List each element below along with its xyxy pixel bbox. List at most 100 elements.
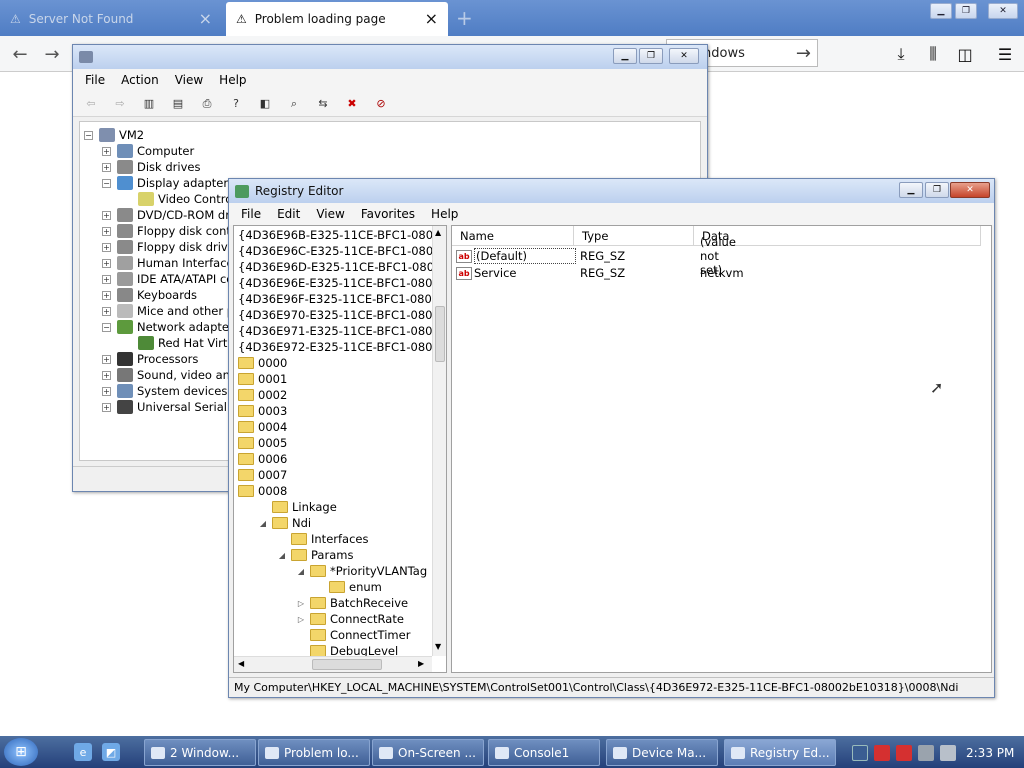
internet-explorer-icon[interactable]: e — [74, 743, 92, 761]
close-tab-icon[interactable]: × — [199, 11, 212, 27]
registry-key[interactable]: ▷ BatchReceive — [295, 595, 408, 611]
device-category[interactable]: − Display adapters — [102, 175, 234, 191]
registry-key[interactable]: ▷ ConnectRate — [295, 611, 404, 627]
back-icon[interactable]: ⇦ — [81, 95, 101, 113]
expand-icon[interactable]: + — [102, 386, 111, 396]
device-manager-titlebar[interactable]: ▁ ❐ ✕ — [73, 45, 707, 69]
expand-icon[interactable]: + — [102, 210, 111, 220]
volume-icon[interactable] — [940, 744, 956, 761]
maximize-button[interactable]: ❐ — [639, 48, 663, 64]
device-category[interactable]: + Mice and other po — [102, 303, 241, 319]
registry-key[interactable]: 0008 — [238, 483, 287, 499]
expand-icon[interactable]: + — [102, 306, 111, 316]
device-item[interactable]: Red Hat VirtIO — [138, 335, 240, 351]
device-category[interactable]: + IDE ATA/ATAPI con — [102, 271, 241, 287]
back-arrow-icon[interactable]: ← — [6, 42, 34, 66]
scroll-right-arrow-icon[interactable]: ▶ — [418, 659, 424, 668]
close-button[interactable]: ✕ — [669, 48, 699, 64]
update-driver-icon[interactable]: ⇆ — [313, 95, 333, 113]
print-icon[interactable]: ⎙ — [197, 95, 217, 113]
device-category[interactable]: + Processors — [102, 351, 198, 367]
taskbar-button[interactable]: On-Screen ... — [372, 739, 484, 766]
device-category[interactable]: + Keyboards — [102, 287, 197, 303]
keyboard-icon[interactable] — [852, 744, 868, 761]
scroll-up-arrow-icon[interactable]: ▲ — [435, 228, 441, 237]
collapse-arrow-icon[interactable]: ◢ — [276, 551, 288, 560]
registry-key[interactable]: {4D36E96B-E325-11CE-BFC1-08002BE1 — [238, 227, 432, 243]
collapse-icon[interactable]: − — [102, 178, 111, 188]
maximize-button[interactable]: ❐ — [925, 182, 949, 198]
switch-windows-icon[interactable]: ◩ — [102, 743, 120, 761]
expand-icon[interactable]: + — [102, 146, 111, 156]
registry-key[interactable]: {4D36E96F-E325-11CE-BFC1-08002BE1 — [238, 291, 432, 307]
collapse-icon[interactable]: − — [84, 130, 93, 140]
tree-vertical-scrollbar[interactable]: ▲ ▼ — [432, 226, 446, 656]
tree-horizontal-scrollbar[interactable]: ◀ ▶ — [234, 656, 432, 672]
expand-icon[interactable]: + — [102, 354, 111, 364]
taskbar-button[interactable]: Problem lo... — [258, 739, 370, 766]
collapse-arrow-icon[interactable]: ◢ — [257, 519, 269, 528]
scroll-thumb[interactable] — [312, 659, 382, 670]
registry-key[interactable]: {4D36E972-E325-11CE-BFC1-08002be1 — [238, 339, 432, 355]
expand-icon[interactable]: + — [102, 370, 111, 380]
device-category[interactable]: + Floppy disk contro — [102, 223, 242, 239]
scroll-left-arrow-icon[interactable]: ◀ — [238, 659, 244, 668]
registry-key[interactable]: 0000 — [238, 355, 287, 371]
menu-help[interactable]: Help — [423, 207, 466, 221]
device-category[interactable]: + Disk drives — [102, 159, 200, 175]
network-icon[interactable] — [918, 744, 934, 761]
new-tab-icon[interactable]: + — [456, 6, 473, 30]
minimize-button[interactable]: ▁ — [613, 48, 637, 64]
taskbar-button[interactable]: Console1 — [488, 739, 600, 766]
close-button[interactable]: ✕ — [950, 182, 990, 198]
scroll-thumb[interactable] — [435, 306, 445, 362]
registry-key[interactable]: {4D36E970-E325-11CE-BFC1-08002BE1 — [238, 307, 432, 323]
expand-icon[interactable]: + — [102, 242, 111, 252]
expand-icon[interactable]: + — [102, 402, 111, 412]
start-button[interactable]: ⊞ — [4, 738, 38, 766]
minimize-button[interactable]: ▁ — [930, 3, 952, 19]
scan-hardware-icon[interactable]: ⌕ — [284, 95, 304, 113]
registry-key[interactable]: enum — [314, 579, 382, 595]
registry-key[interactable]: Linkage — [257, 499, 337, 515]
column-header-name[interactable]: Name — [452, 226, 574, 246]
registry-key[interactable]: ◢ *PriorityVLANTag — [295, 563, 427, 579]
device-category[interactable]: + Floppy disk drives — [102, 239, 241, 255]
close-window-button[interactable]: ✕ — [988, 3, 1018, 19]
device-category[interactable]: + System devices — [102, 383, 227, 399]
registry-key[interactable]: ◢ Ndi — [257, 515, 311, 531]
help-icon[interactable]: ? — [226, 95, 246, 113]
registry-editor-titlebar[interactable]: Registry Editor ▁ ❐ ✕ — [229, 179, 994, 203]
column-header-data[interactable]: Data — [694, 226, 981, 246]
device-category[interactable]: + Universal Serial Bu — [102, 399, 246, 415]
device-category[interactable]: − Network adapters — [102, 319, 240, 335]
menu-edit[interactable]: Edit — [269, 207, 308, 221]
show-pane-icon[interactable]: ◧ — [255, 95, 275, 113]
registry-key[interactable]: 0001 — [238, 371, 287, 387]
registry-key[interactable]: ◢ Params — [276, 547, 354, 563]
download-icon[interactable]: ⤓ — [888, 42, 914, 66]
registry-key[interactable]: ConnectTimer — [295, 627, 410, 643]
go-arrow-icon[interactable]: → — [796, 43, 811, 64]
tree-root[interactable]: − VM2 — [84, 127, 144, 143]
registry-key[interactable]: DebugLevel — [295, 643, 398, 656]
scroll-down-arrow-icon[interactable]: ▼ — [435, 642, 441, 651]
expand-arrow-icon[interactable]: ▷ — [295, 615, 307, 624]
menu-file[interactable]: File — [233, 207, 269, 221]
registry-key[interactable]: {4D36E96E-E325-11CE-BFC1-08002BE1 — [238, 275, 432, 291]
restore-button[interactable]: ❐ — [955, 3, 977, 19]
taskbar-button[interactable]: Device Ma... — [606, 739, 718, 766]
menu-favorites[interactable]: Favorites — [353, 207, 423, 221]
menu-file[interactable]: File — [77, 73, 113, 87]
forward-arrow-icon[interactable]: → — [38, 42, 66, 66]
menu-view[interactable]: View — [308, 207, 352, 221]
registry-key[interactable]: 0004 — [238, 419, 287, 435]
properties-icon[interactable]: ▤ — [168, 95, 188, 113]
show-hide-tree-icon[interactable]: ▥ — [139, 95, 159, 113]
taskbar-button[interactable]: Registry Ed... — [724, 739, 836, 766]
registry-key[interactable]: 0006 — [238, 451, 287, 467]
expand-icon[interactable]: + — [102, 258, 111, 268]
disable-icon[interactable]: ⊘ — [371, 95, 391, 113]
tray-app-icon[interactable] — [896, 744, 912, 761]
device-category[interactable]: + Sound, video and — [102, 367, 237, 383]
